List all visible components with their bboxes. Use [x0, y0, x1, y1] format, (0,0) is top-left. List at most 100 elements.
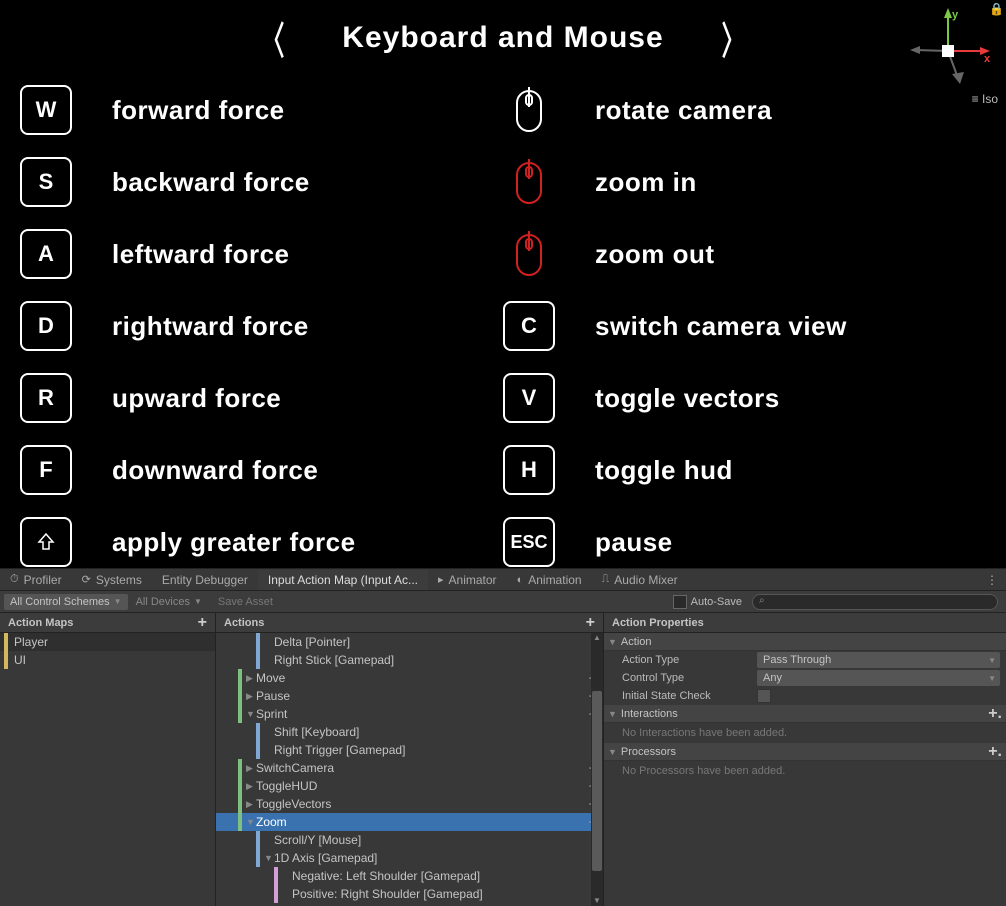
add-processor-button[interactable]: +.: [988, 746, 1002, 758]
next-scheme-button[interactable]: 〉: [721, 10, 744, 65]
action-type-label: Action Type: [622, 654, 757, 666]
action-item[interactable]: Delta [Pointer]: [216, 633, 603, 651]
binding-row: Htoggle HUD: [503, 445, 986, 495]
initial-state-label: Initial State Check: [622, 690, 757, 702]
action-maps-panel: Action Maps + PlayerUI: [0, 613, 216, 906]
interactions-empty-text: No Interactions have been added.: [604, 723, 1006, 743]
key-esc: ESC: [503, 517, 555, 567]
svg-text:x: x: [984, 53, 991, 65]
action-item[interactable]: ▼Zoom+.: [216, 813, 603, 831]
tab-icon: ▸: [438, 573, 444, 586]
key-v: V: [503, 373, 555, 423]
processors-empty-text: No Processors have been added.: [604, 761, 1006, 781]
action-type-dropdown[interactable]: Pass Through▼: [757, 652, 1000, 668]
mouse-scroll-icon: [503, 157, 555, 207]
tab-icon: ⎍: [602, 573, 610, 586]
actions-title: Actions: [224, 617, 264, 629]
tab-input-action-map-input-ac-[interactable]: Input Action Map (Input Ac...: [258, 570, 428, 590]
binding-row: Cswitch camera view: [503, 301, 986, 351]
binding-label: switch camera view: [595, 311, 847, 342]
binding-row: Vtoggle vectors: [503, 373, 986, 423]
tab-animator[interactable]: ▸Animator: [428, 570, 507, 590]
lock-icon[interactable]: 🔒: [989, 2, 1004, 16]
processors-section-header[interactable]: ▼Processors +.: [604, 743, 1006, 761]
add-action-map-button[interactable]: +: [198, 617, 207, 629]
add-interaction-button[interactable]: +.: [988, 708, 1002, 720]
binding-row: zoom out: [503, 229, 986, 279]
binding-label: backward force: [112, 167, 310, 198]
tab-animation[interactable]: ◐Animation: [507, 570, 592, 590]
key-d: D: [20, 301, 72, 351]
binding-label: upward force: [112, 383, 281, 414]
prev-scheme-button[interactable]: 〈: [262, 10, 285, 65]
key-h: H: [503, 445, 555, 495]
key-⇧: [20, 517, 72, 567]
iso-label[interactable]: ≡ Iso: [972, 92, 998, 106]
binding-label: toggle HUD: [595, 455, 733, 486]
action-item[interactable]: ▼1D Axis [Gamepad]: [216, 849, 603, 867]
action-item[interactable]: Positive: Right Shoulder [Gamepad]: [216, 885, 603, 903]
search-input[interactable]: ⌕: [752, 594, 998, 610]
action-item[interactable]: ▼Sprint+.: [216, 705, 603, 723]
devices-dropdown[interactable]: All Devices▼: [130, 594, 208, 610]
binding-label: rotate camera: [595, 95, 772, 126]
game-view: 〈 Keyboard and Mouse 〉 y x 🔒 ≡ Iso Wforw…: [0, 0, 1006, 568]
svg-text:y: y: [952, 9, 959, 21]
action-item[interactable]: ▶ToggleVectors+.: [216, 795, 603, 813]
key-a: A: [20, 229, 72, 279]
action-item[interactable]: Right Stick [Gamepad]: [216, 651, 603, 669]
action-item[interactable]: Right Trigger [Gamepad]: [216, 741, 603, 759]
initial-state-checkbox[interactable]: [757, 689, 771, 703]
tab-audio-mixer[interactable]: ⎍Audio Mixer: [592, 570, 688, 590]
action-maps-title: Action Maps: [8, 617, 73, 629]
action-item[interactable]: Shift [Keyboard]: [216, 723, 603, 741]
binding-label: zoom out: [595, 239, 715, 270]
interactions-section-header[interactable]: ▼Interactions +.: [604, 705, 1006, 723]
action-map-item[interactable]: Player: [0, 633, 215, 651]
action-map-item[interactable]: UI: [0, 651, 215, 669]
editor-toolbar: All Control Schemes▼ All Devices▼ Save A…: [0, 591, 1006, 613]
binding-row: ESC pause: [503, 517, 986, 567]
binding-label: forward force: [112, 95, 285, 126]
action-properties-title: Action Properties: [612, 617, 704, 629]
key-w: W: [20, 85, 72, 135]
action-item[interactable]: Scroll/Y [Mouse]: [216, 831, 603, 849]
editor-tabs: ⏱Profiler⟳SystemsEntity DebuggerInput Ac…: [0, 569, 1006, 591]
action-item[interactable]: ▶Move+.: [216, 669, 603, 687]
binding-row: Aleftward force: [20, 229, 503, 279]
auto-save-checkbox[interactable]: [673, 595, 687, 609]
add-action-button[interactable]: +: [586, 617, 595, 629]
page-title: Keyboard and Mouse: [342, 21, 663, 55]
binding-label: rightward force: [112, 311, 309, 342]
tab-profiler[interactable]: ⏱Profiler: [0, 570, 72, 590]
tab-entity-debugger[interactable]: Entity Debugger: [152, 570, 258, 590]
actions-panel: Actions + Delta [Pointer]Right Stick [Ga…: [216, 613, 604, 906]
binding-row: Fdownward force: [20, 445, 503, 495]
action-item[interactable]: Negative: Left Shoulder [Gamepad]: [216, 867, 603, 885]
actions-scrollbar[interactable]: ▲ ▼: [591, 633, 603, 906]
control-type-dropdown[interactable]: Any▼: [757, 670, 1000, 686]
binding-row: Sbackward force: [20, 157, 503, 207]
tab-icon: ⏱: [10, 573, 19, 586]
binding-label: zoom in: [595, 167, 697, 198]
tab-icon: ◐: [517, 574, 524, 586]
binding-row: Rupward force: [20, 373, 503, 423]
tab-overflow-menu[interactable]: ⋮: [978, 573, 1006, 587]
key-c: C: [503, 301, 555, 351]
action-item[interactable]: ▶Pause+.: [216, 687, 603, 705]
save-asset-button[interactable]: Save Asset: [210, 594, 281, 610]
editor-panel: ⏱Profiler⟳SystemsEntity DebuggerInput Ac…: [0, 568, 1006, 906]
mouse-icon: [503, 85, 555, 135]
binding-row: apply greater force: [20, 517, 503, 567]
auto-save-label: Auto-Save: [691, 596, 742, 608]
tab-systems[interactable]: ⟳Systems: [72, 570, 152, 590]
action-section-header[interactable]: ▼Action: [604, 633, 1006, 651]
key-f: F: [20, 445, 72, 495]
binding-row: zoom in: [503, 157, 986, 207]
control-scheme-dropdown[interactable]: All Control Schemes▼: [4, 594, 128, 610]
action-item[interactable]: ▶SwitchCamera+.: [216, 759, 603, 777]
action-item[interactable]: ▶ToggleHUD+.: [216, 777, 603, 795]
binding-label: pause: [595, 527, 673, 558]
action-properties-panel: Action Properties ▼Action Action Type Pa…: [604, 613, 1006, 906]
key-s: S: [20, 157, 72, 207]
